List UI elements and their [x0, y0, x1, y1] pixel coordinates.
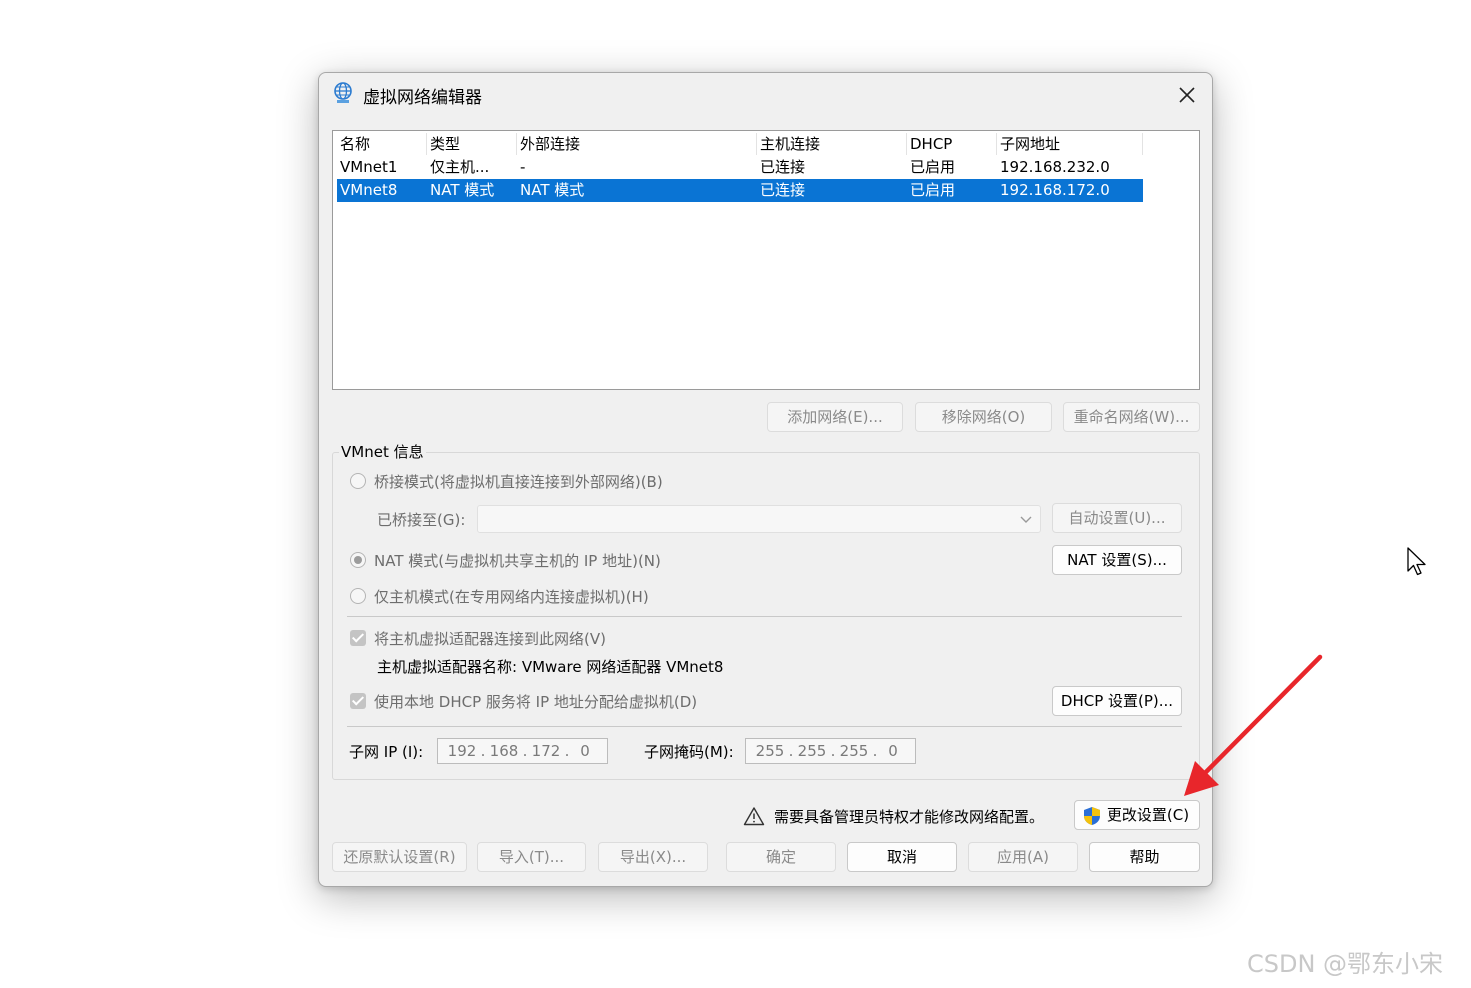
cell-dhcp: 已启用: [910, 181, 956, 199]
host-only-label: 仅主机模式(在专用网络内连接虚拟机)(H): [374, 588, 649, 606]
cancel-button[interactable]: 取消: [847, 842, 957, 872]
dhcp-settings-button[interactable]: DHCP 设置(P)...: [1052, 686, 1182, 716]
mask-octet: 255: [755, 742, 785, 760]
subnet-ip-label: 子网 IP (I):: [349, 743, 424, 761]
admin-warning-text: 需要具备管理员特权才能修改网络配置。: [774, 808, 1045, 826]
cell-host: 已连接: [760, 181, 806, 199]
cell-type: 仅主机...: [430, 158, 490, 176]
column-header-subnet[interactable]: 子网地址: [997, 133, 1143, 155]
bridged-to-select[interactable]: [477, 505, 1041, 533]
subnet-mask-input[interactable]: 255. 255. 255. 0: [745, 738, 916, 764]
mask-octet: 255: [797, 742, 827, 760]
divider: [347, 616, 1182, 617]
column-header-external[interactable]: 外部连接: [517, 133, 757, 155]
table-row[interactable]: VMnet1 仅主机... - 已连接 已启用 192.168.232.0: [337, 156, 1143, 179]
watermark: CSDN @鄂东小宋: [1247, 950, 1444, 978]
column-header-type[interactable]: 类型: [427, 133, 517, 155]
close-button[interactable]: [1162, 73, 1212, 117]
table-row-selected[interactable]: VMnet8 NAT 模式 NAT 模式 已连接 已启用 192.168.172…: [337, 179, 1143, 202]
subnet-mask-label: 子网掩码(M):: [644, 743, 734, 761]
bridged-mode-radio[interactable]: [350, 473, 366, 489]
ip-octet: 192: [447, 742, 477, 760]
host-only-radio[interactable]: [350, 588, 366, 604]
cell-external: -: [520, 158, 526, 176]
nat-mode-label: NAT 模式(与虚拟机共享主机的 IP 地址)(N): [374, 552, 661, 570]
adapter-name-label: 主机虚拟适配器名称: VMware 网络适配器 VMnet8: [377, 658, 724, 676]
cell-type: NAT 模式: [430, 181, 495, 199]
column-header-name[interactable]: 名称: [337, 133, 427, 155]
dhcp-checkbox[interactable]: [350, 693, 366, 709]
column-header-host[interactable]: 主机连接: [757, 133, 907, 155]
restore-defaults-button[interactable]: 还原默认设置(R): [332, 842, 467, 872]
nat-mode-radio[interactable]: [350, 552, 366, 568]
mouse-cursor-icon: [1407, 547, 1426, 576]
warning-icon: [743, 807, 765, 826]
red-arrow-annotation: [1184, 654, 1323, 796]
add-network-button[interactable]: 添加网络(E)...: [767, 402, 903, 432]
nat-settings-button[interactable]: NAT 设置(S)...: [1052, 545, 1182, 575]
change-settings-button[interactable]: 更改设置(C): [1074, 800, 1200, 830]
connect-adapter-label: 将主机虚拟适配器连接到此网络(V): [374, 630, 606, 648]
rename-network-button[interactable]: 重命名网络(W)...: [1063, 402, 1200, 432]
virtual-network-editor-dialog: 虚拟网络编辑器 名称 类型 外部连接 主机连接 DHCP 子网地址 VMnet1…: [318, 72, 1213, 887]
ip-octet: 172: [531, 742, 561, 760]
import-button[interactable]: 导入(T)...: [477, 842, 586, 872]
column-header-dhcp[interactable]: DHCP: [907, 133, 997, 155]
window-title: 虚拟网络编辑器: [363, 88, 482, 108]
ip-octet: 0: [580, 742, 590, 760]
export-button[interactable]: 导出(X)...: [598, 842, 708, 872]
dhcp-label: 使用本地 DHCP 服务将 IP 地址分配给虚拟机(D): [374, 693, 698, 711]
bridged-to-label: 已桥接至(G):: [377, 511, 466, 529]
mask-octet: 255: [839, 742, 869, 760]
cell-host: 已连接: [760, 158, 806, 176]
remove-network-button[interactable]: 移除网络(O): [915, 402, 1052, 432]
mask-octet: 0: [888, 742, 898, 760]
ok-button[interactable]: 确定: [726, 842, 836, 872]
vmnet-info-title: VMnet 信息: [339, 441, 426, 462]
chevron-down-icon: [1020, 516, 1032, 523]
globe-network-icon: [334, 82, 352, 103]
network-list[interactable]: 名称 类型 外部连接 主机连接 DHCP 子网地址 VMnet1 仅主机... …: [332, 130, 1200, 390]
title-bar[interactable]: 虚拟网络编辑器: [319, 73, 1212, 117]
close-icon: [1179, 87, 1195, 103]
connect-adapter-checkbox[interactable]: [350, 630, 366, 646]
help-button[interactable]: 帮助: [1089, 842, 1200, 872]
bridged-mode-label: 桥接模式(将虚拟机直接连接到外部网络)(B): [374, 473, 663, 491]
auto-settings-button[interactable]: 自动设置(U)...: [1052, 503, 1182, 533]
cell-subnet: 192.168.172.0: [1000, 181, 1110, 199]
cell-external: NAT 模式: [520, 181, 585, 199]
divider: [347, 726, 1182, 727]
cell-name: VMnet8: [340, 181, 398, 199]
cell-name: VMnet1: [340, 158, 398, 176]
uac-shield-icon: [1084, 807, 1100, 825]
cell-dhcp: 已启用: [910, 158, 956, 176]
apply-button[interactable]: 应用(A): [968, 842, 1078, 872]
cell-subnet: 192.168.232.0: [1000, 158, 1110, 176]
ip-octet: 168: [489, 742, 519, 760]
change-settings-label: 更改设置(C): [1106, 806, 1190, 824]
subnet-ip-input[interactable]: 192. 168. 172. 0: [437, 738, 608, 764]
